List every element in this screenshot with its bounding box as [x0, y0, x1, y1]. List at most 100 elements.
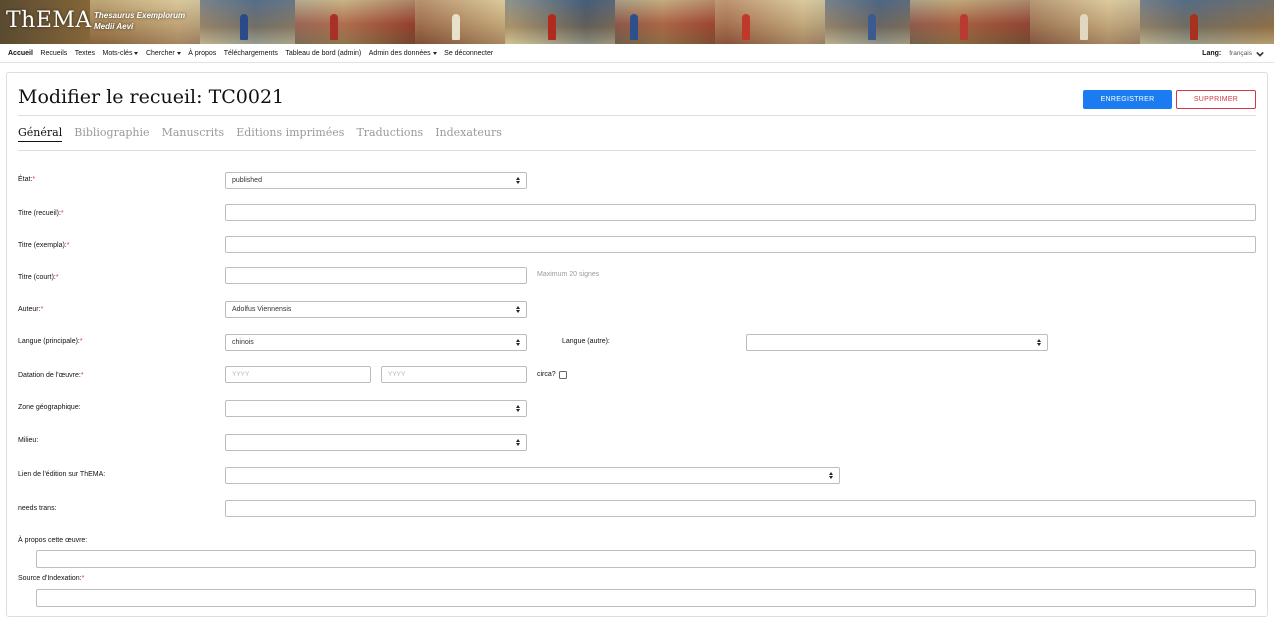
banner-illustration [715, 0, 825, 44]
language-selector[interactable]: Lang: français [1202, 44, 1264, 63]
chevron-down-icon [1256, 51, 1264, 57]
main-navbar: Accueil Recueils Textes Mots-clés Cherch… [0, 44, 1274, 63]
langue-autre-label: Langue (autre): [562, 338, 610, 345]
page-title: Modifier le recueil: TC0021 [18, 86, 285, 108]
etat-label-text: État: [18, 176, 33, 183]
site-subtitle-line1: Thesaurus Exemplorum [94, 11, 186, 20]
titre-court-label-text: Titre (court): [18, 274, 56, 281]
nav-item-textes[interactable]: Textes [75, 50, 95, 57]
titre-exempla-label: Titre (exempla):* [18, 242, 70, 249]
caret-down-icon [432, 51, 437, 55]
auteur-value: Adolfus Viennensis [232, 306, 292, 313]
site-logo[interactable]: ThEMA [6, 8, 92, 33]
titre-exempla-label-text: Titre (exempla): [18, 242, 67, 249]
tab-editions-imprimees[interactable]: Editions imprimées [236, 126, 344, 142]
lien-edition-label: Lien de l'édition sur ThEMA: [18, 471, 106, 478]
titre-court-hint: Maximum 20 signes [537, 271, 600, 278]
nav-items: Accueil Recueils Textes Mots-clés Cherch… [8, 44, 501, 63]
etat-select[interactable]: published [225, 172, 527, 189]
titre-court-label: Titre (court):* [18, 274, 59, 281]
zone-select[interactable] [225, 400, 527, 417]
titre-court-input[interactable] [225, 267, 527, 284]
nav-item-tableau-de-bord[interactable]: Tableau de bord (admin) [285, 50, 361, 57]
source-indexation-input[interactable] [36, 589, 1256, 607]
required-mark: * [60, 210, 64, 217]
banner-illustration [505, 0, 615, 44]
langue-principale-label-text: Langue (principale): [18, 338, 80, 345]
circa-checkbox[interactable] [559, 371, 567, 379]
datation-label: Datation de l'œuvre:* [18, 372, 84, 379]
banner-figure [630, 14, 638, 40]
titre-recueil-label-text: Titre (recueil): [18, 210, 61, 217]
nav-item-mots-cles-label: Mots-clés [102, 50, 133, 57]
delete-button[interactable]: SUPPRIMER [1176, 90, 1256, 109]
titre-recueil-label: Titre (recueil):* [18, 210, 64, 217]
banner-figure [452, 14, 460, 40]
banner-figure [1080, 14, 1088, 40]
banner-figure [1190, 14, 1198, 40]
titre-exempla-input[interactable] [225, 236, 1256, 253]
nav-item-deconnecter[interactable]: Se déconnecter [444, 50, 493, 57]
nav-item-mots-cles[interactable]: Mots-clés [103, 50, 139, 57]
save-button[interactable]: ENREGISTRER [1083, 90, 1172, 109]
tab-general[interactable]: Général [18, 126, 63, 142]
nav-item-chercher-label: Chercher [145, 50, 175, 57]
banner-illustration [295, 0, 415, 44]
nav-item-a-propos[interactable]: À propos [188, 50, 216, 57]
caret-down-icon [134, 51, 139, 55]
datation-from-input[interactable]: YYYY [225, 366, 371, 383]
milieu-label: Milieu: [18, 437, 39, 444]
banner-illustration [1140, 0, 1274, 44]
titre-recueil-input[interactable] [225, 204, 1256, 221]
language-value: français [1229, 50, 1252, 57]
etat-value: published [232, 177, 262, 184]
datation-to-placeholder: YYYY [388, 371, 406, 378]
banner-figure [868, 14, 876, 40]
nav-item-chercher[interactable]: Chercher [146, 50, 181, 57]
banner-figure [548, 14, 556, 40]
lien-edition-select[interactable] [225, 467, 840, 484]
tab-traductions[interactable]: Traductions [356, 126, 423, 142]
datation-from-placeholder: YYYY [232, 371, 250, 378]
nav-item-admin-donnees[interactable]: Admin des données [369, 50, 437, 57]
required-mark: * [66, 242, 70, 249]
auteur-select[interactable]: Adolfus Viennensis [225, 301, 527, 318]
header-banner: ThEMA Thesaurus Exemplorum Medii Aevi [0, 0, 1274, 44]
datation-label-text: Datation de l'œuvre: [18, 372, 81, 379]
datation-to-input[interactable]: YYYY [381, 366, 527, 383]
apropos-input[interactable] [36, 550, 1256, 568]
auteur-label-text: Auteur: [18, 306, 41, 313]
edit-form-card: Modifier le recueil: TC0021 ENREGISTRER … [6, 72, 1268, 617]
caret-down-icon [176, 51, 181, 55]
nav-item-telechargements[interactable]: Téléchargements [224, 50, 278, 57]
langue-autre-select[interactable] [746, 334, 1048, 351]
needs-trans-label: needs trans: [18, 505, 57, 512]
milieu-select[interactable] [225, 434, 527, 451]
tab-manuscrits[interactable]: Manuscrits [162, 126, 225, 142]
language-label: Lang: [1202, 50, 1222, 57]
required-mark: * [81, 575, 85, 582]
banner-illustration [910, 0, 1030, 44]
site-subtitle-line2: Medii Aevi [94, 22, 134, 31]
auteur-label: Auteur:* [18, 306, 43, 313]
needs-trans-input[interactable] [225, 500, 1256, 517]
circa-label: circa? [537, 371, 556, 378]
banner-figure [960, 14, 968, 40]
required-mark: * [40, 306, 44, 313]
tab-indexateurs[interactable]: Indexateurs [435, 126, 502, 142]
nav-item-admin-donnees-label: Admin des données [368, 50, 431, 57]
site-subtitle: Thesaurus Exemplorum Medii Aevi [94, 10, 185, 32]
banner-figure [330, 14, 338, 40]
nav-item-recueils[interactable]: Recueils [40, 50, 67, 57]
tab-bibliographie[interactable]: Bibliographie [74, 126, 149, 142]
required-mark: * [80, 372, 84, 379]
source-indexation-label-text: Source d'Indexation: [18, 575, 82, 582]
tab-bar: Général Bibliographie Manuscrits Edition… [18, 126, 514, 142]
langue-principale-select[interactable]: chinois [225, 334, 527, 351]
langue-principale-value: chinois [232, 339, 254, 346]
zone-label: Zone géographique: [18, 404, 81, 411]
nav-item-accueil[interactable]: Accueil [8, 50, 33, 57]
required-mark: * [55, 274, 59, 281]
divider [18, 150, 1256, 151]
banner-figure [240, 14, 248, 40]
